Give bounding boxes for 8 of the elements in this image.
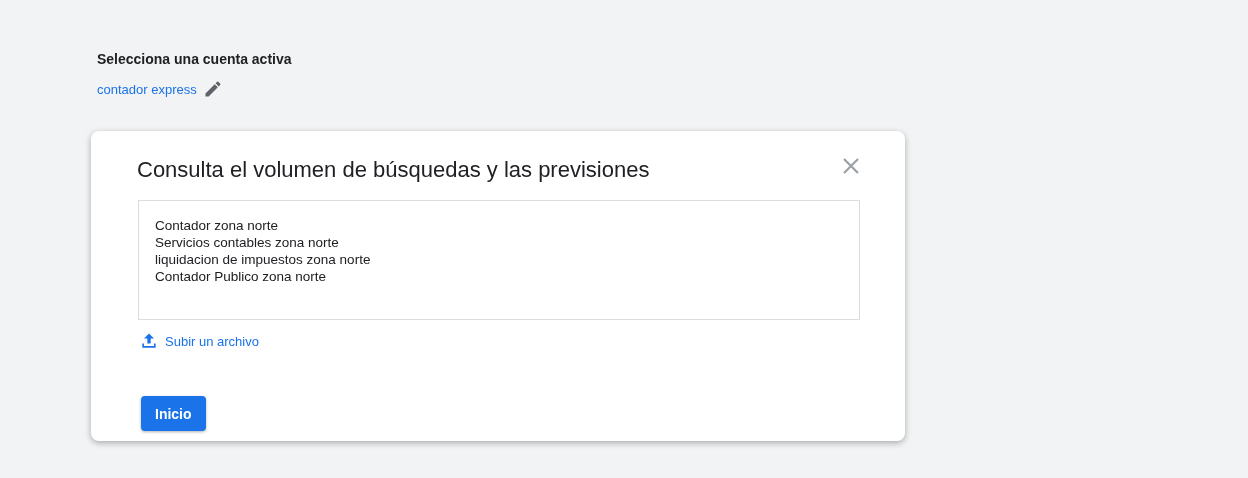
dialog-title: Consulta el volumen de búsquedas y las previsiones [137,157,650,183]
account-link[interactable]: contador express [97,81,197,97]
upload-icon [139,331,159,351]
start-button[interactable]: Inicio [141,396,206,431]
account-heading: Selecciona una cuenta activa [97,50,293,68]
keywords-field[interactable]: Contador zona norte Servicios contables zona norte liquidacion de impuestos zona norte Contador Publico zona norte [138,200,860,320]
close-icon[interactable] [842,157,860,175]
upload-link[interactable]: Subir un archivo [139,331,259,351]
